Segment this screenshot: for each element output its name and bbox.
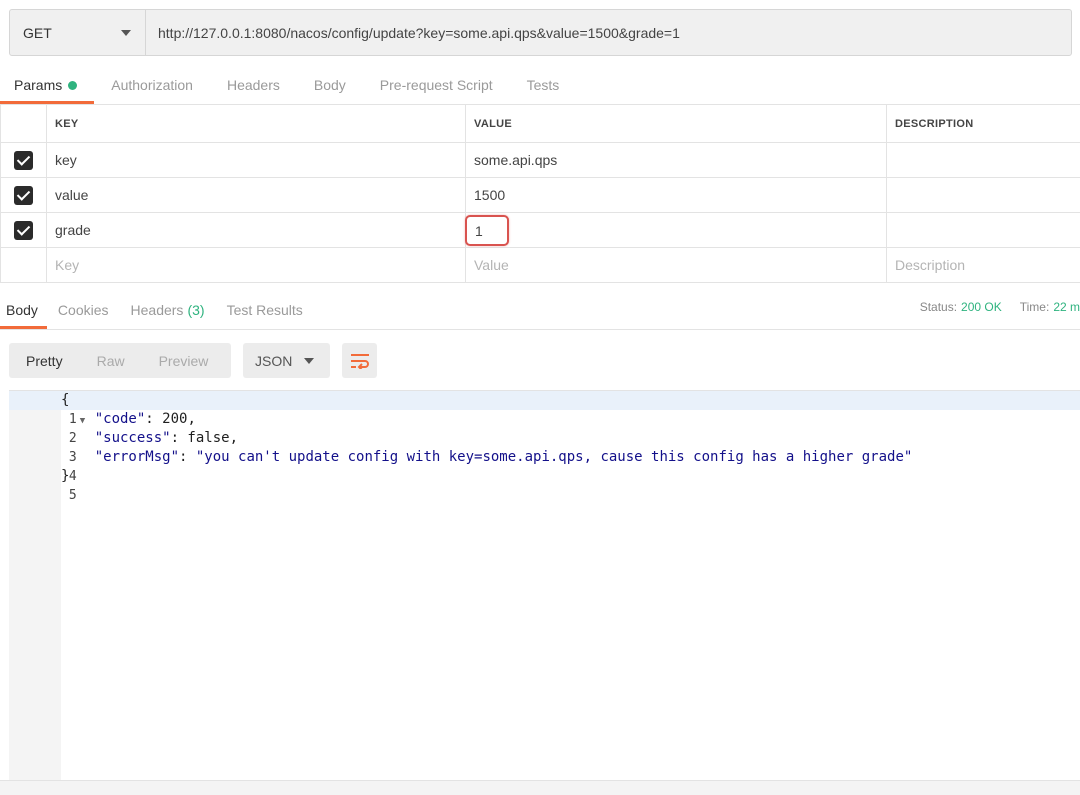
header-checkbox-cell bbox=[0, 104, 47, 143]
code-text: "code": 200, bbox=[61, 410, 196, 429]
param-description-field[interactable] bbox=[886, 212, 1080, 248]
params-header-row: KEY VALUE DESCRIPTION bbox=[0, 104, 1080, 143]
header-key: KEY bbox=[46, 104, 466, 143]
code-text: { bbox=[61, 392, 70, 408]
row-checkbox-cell bbox=[0, 212, 47, 248]
status-value: 200 OK bbox=[961, 300, 1002, 314]
code-line: 3 "success": false, bbox=[9, 429, 1080, 465]
code-text: "success": false, bbox=[61, 429, 238, 448]
table-row: grade 1 bbox=[0, 212, 1080, 248]
json-key: "code" bbox=[94, 411, 146, 427]
code-text: } bbox=[61, 468, 70, 484]
param-key-field[interactable]: key bbox=[46, 142, 466, 178]
checkbox-checked[interactable] bbox=[14, 150, 33, 170]
json-key: "errorMsg" bbox=[94, 449, 180, 465]
wrap-lines-button[interactable] bbox=[342, 343, 377, 378]
chevron-down-icon bbox=[121, 29, 131, 36]
json-string: "you can't update config with key=some.a… bbox=[195, 449, 913, 465]
tab-params-label: Params bbox=[14, 77, 63, 93]
tab-test-results[interactable]: Test Results bbox=[216, 290, 314, 329]
wrap-lines-icon bbox=[350, 353, 369, 369]
tab-cookies[interactable]: Cookies bbox=[47, 290, 120, 329]
param-key-field[interactable]: value bbox=[46, 177, 466, 213]
tab-response-headers[interactable]: Headers (3) bbox=[120, 290, 216, 329]
table-row: key some.api.qps bbox=[0, 142, 1080, 178]
format-label: JSON bbox=[255, 352, 293, 369]
time-label: Time: bbox=[1019, 300, 1050, 314]
json-rest: : false, bbox=[170, 430, 239, 446]
param-description-field[interactable] bbox=[886, 142, 1080, 178]
tab-response-headers-label: Headers bbox=[130, 301, 184, 318]
status-info: Status: 200 OK bbox=[920, 300, 1002, 314]
view-pretty-button[interactable]: Pretty bbox=[9, 353, 80, 369]
code-line: 4 "errorMsg": "you can't update config w… bbox=[9, 448, 1080, 484]
checkbox-checked[interactable] bbox=[14, 185, 33, 205]
param-description-field[interactable] bbox=[886, 177, 1080, 213]
url-input[interactable]: http://127.0.0.1:8080/nacos/config/updat… bbox=[146, 10, 1071, 55]
highlighted-value: 1 bbox=[465, 214, 509, 246]
tab-headers[interactable]: Headers bbox=[210, 66, 297, 104]
response-tabs: Body Cookies Headers (3) Test Results bbox=[0, 290, 1080, 330]
code-line: 5 } bbox=[9, 467, 1080, 503]
tab-response-body[interactable]: Body bbox=[0, 290, 47, 329]
format-select[interactable]: JSON bbox=[243, 343, 330, 378]
row-checkbox-cell bbox=[0, 142, 47, 178]
new-value-input[interactable]: Value bbox=[465, 247, 887, 283]
bottom-bar bbox=[0, 780, 1080, 795]
time-info: Time: 22 m bbox=[1020, 300, 1080, 314]
json-key: "success" bbox=[94, 430, 171, 446]
header-value: VALUE bbox=[465, 104, 887, 143]
line-number: 5 bbox=[68, 488, 77, 503]
param-value-field[interactable]: 1 bbox=[465, 212, 887, 248]
view-raw-button[interactable]: Raw bbox=[80, 353, 142, 369]
row-checkbox-cell bbox=[0, 247, 47, 283]
param-value-field[interactable]: some.api.qps bbox=[465, 142, 887, 178]
tab-params[interactable]: Params bbox=[0, 66, 95, 104]
method-label: GET bbox=[23, 24, 52, 41]
table-row: value 1500 bbox=[0, 177, 1080, 213]
method-select[interactable]: GET bbox=[10, 10, 146, 55]
code-text: "errorMsg": "you can't update config wit… bbox=[61, 448, 913, 467]
response-status: Status: 200 OK Time: 22 m bbox=[920, 300, 1080, 314]
new-description-input[interactable]: Description bbox=[886, 247, 1080, 283]
status-label: Status: bbox=[919, 300, 958, 314]
active-dot-icon bbox=[68, 80, 78, 90]
table-row-empty: Key Value Description bbox=[0, 247, 1080, 283]
tab-body[interactable]: Body bbox=[297, 66, 363, 104]
param-value-field[interactable]: 1500 bbox=[465, 177, 887, 213]
response-editor[interactable]: 1 ▼ { 2 "code": 200, 3 "success": false, … bbox=[9, 390, 1080, 780]
json-rest: : 200, bbox=[145, 411, 196, 427]
row-checkbox-cell bbox=[0, 177, 47, 213]
param-key-field[interactable]: grade bbox=[46, 212, 466, 248]
params-table: KEY VALUE DESCRIPTION key some.api.qps v… bbox=[0, 104, 1080, 283]
header-description: DESCRIPTION bbox=[886, 104, 1080, 143]
code-line: 2 "code": 200, bbox=[9, 410, 1080, 446]
code-line: 1 ▼ { bbox=[9, 391, 1080, 427]
headers-count-badge: (3) bbox=[187, 301, 205, 318]
tab-authorization[interactable]: Authorization bbox=[94, 66, 210, 104]
tab-tests[interactable]: Tests bbox=[510, 66, 577, 104]
request-bar: GET http://127.0.0.1:8080/nacos/config/u… bbox=[9, 9, 1072, 56]
time-value: 22 m bbox=[1053, 300, 1080, 314]
request-tabs: Params Authorization Headers Body Pre-re… bbox=[0, 66, 1080, 104]
chevron-down-icon bbox=[304, 357, 314, 364]
tab-pre-request-script[interactable]: Pre-request Script bbox=[363, 66, 510, 104]
new-key-input[interactable]: Key bbox=[46, 247, 466, 283]
view-mode-group: Pretty Raw Preview bbox=[9, 343, 231, 378]
json-rest: : bbox=[179, 449, 196, 465]
view-preview-button[interactable]: Preview bbox=[142, 353, 226, 369]
checkbox-checked[interactable] bbox=[14, 220, 33, 240]
